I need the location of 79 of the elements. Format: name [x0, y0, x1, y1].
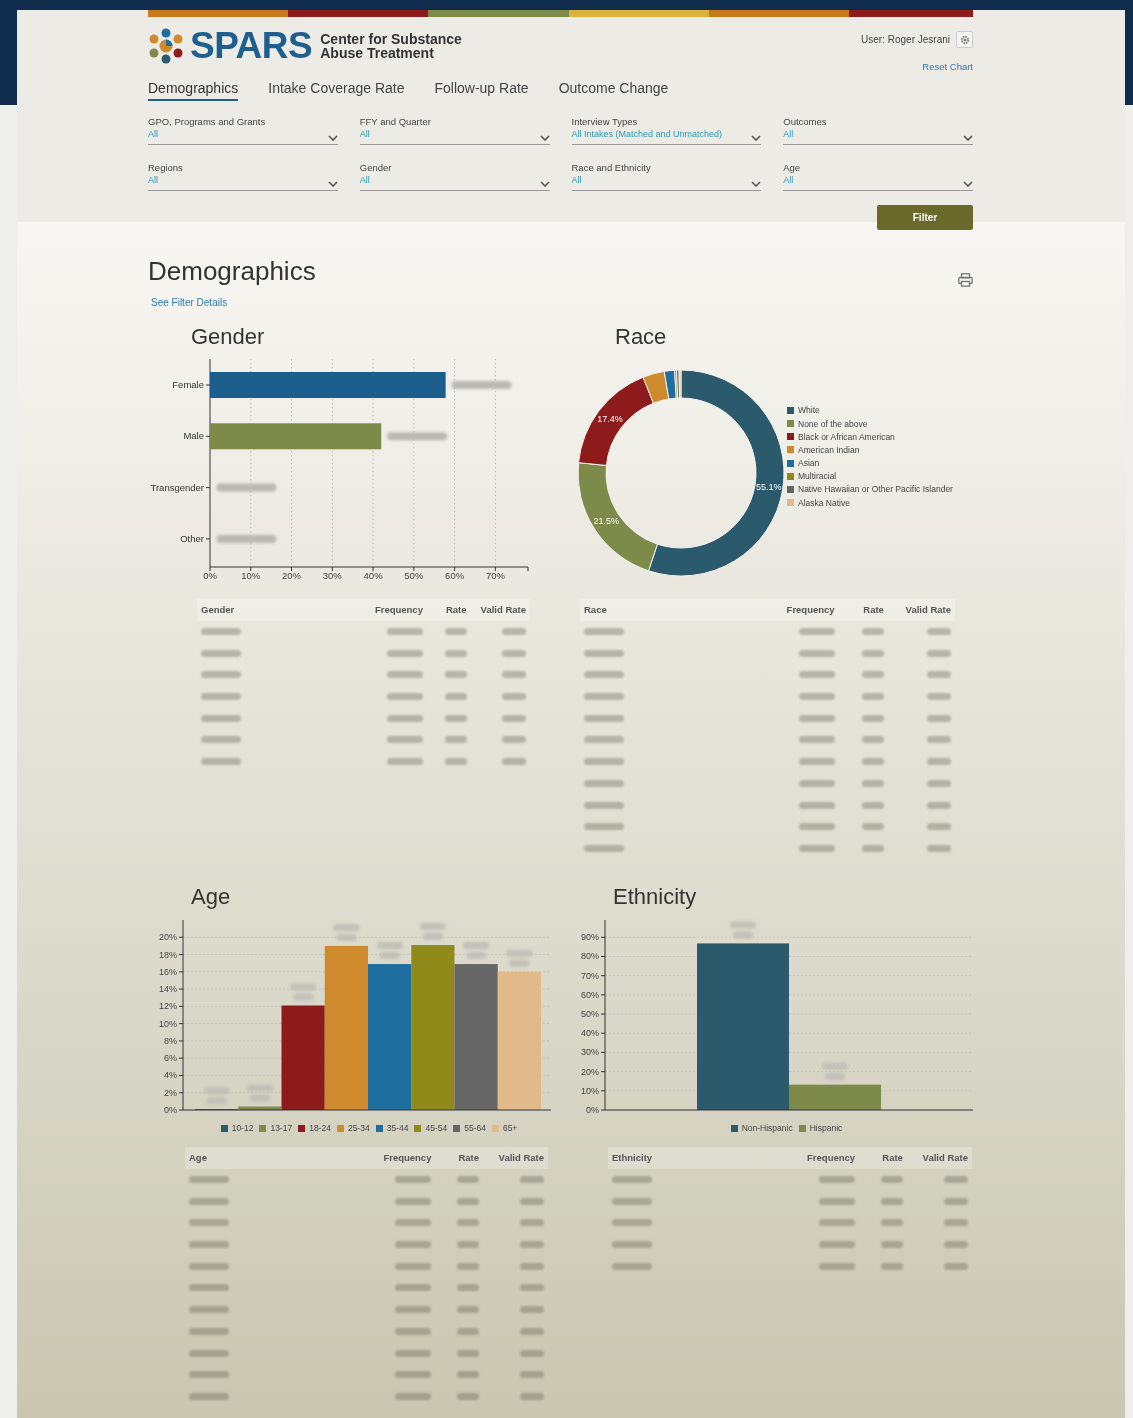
slice-value-label: 17.4% [597, 414, 623, 425]
legend-label: Hispanic [809, 1123, 843, 1133]
axis-tick-label: 60% [581, 989, 599, 1000]
column-header: Frequency [382, 1152, 432, 1164]
legend-label: Asian [798, 458, 820, 469]
axis-tick-label: 10% [241, 570, 261, 581]
axis-tick-label: 60% [445, 570, 465, 581]
legend-label: Native Hawaiian or Other Pacific Islander [798, 484, 953, 495]
legend-label: 35-44 [386, 1123, 409, 1133]
axis-tick-label: 30% [322, 570, 342, 581]
logo-subtitle: Abuse Treatment [320, 46, 435, 60]
user-name: User: Roger Jesrani [861, 34, 950, 45]
axis-category-label: Other [180, 532, 204, 544]
slice-value-label: 21.5% [593, 516, 620, 527]
axis-tick-label: 14% [159, 984, 177, 995]
slice-value-label: 55.1% [756, 482, 782, 493]
column-header: Rate [862, 604, 884, 616]
axis-tick-label: 10% [581, 1085, 599, 1096]
axis-tick-label: 40% [363, 570, 383, 581]
axis-category-label: Female [172, 379, 204, 390]
axis-tick-label: 20% [159, 932, 177, 943]
legend-label: American Indian [798, 444, 860, 455]
axis-category-label: Male [183, 430, 204, 442]
axis-tick-label: 40% [581, 1028, 599, 1039]
column-header: Valid Rate [904, 604, 951, 616]
legend-label: 13-17 [270, 1123, 293, 1133]
axis-tick-label: 0% [586, 1105, 599, 1115]
logo-wordmark: SPARS [190, 25, 313, 67]
axis-tick-label: 12% [159, 1001, 177, 1012]
column-header: Gender [201, 604, 236, 616]
axis-tick-label: 18% [159, 949, 177, 960]
axis-category-label: Transgender [150, 481, 204, 493]
axis-tick-label: 8% [164, 1035, 177, 1046]
legend-label: 65+ [502, 1123, 518, 1133]
legend-label: 10-12 [231, 1123, 254, 1133]
axis-tick-label: 0% [164, 1105, 177, 1115]
column-header: Valid Rate [921, 1152, 968, 1164]
legend-label: None of the above [798, 418, 868, 429]
axis-tick-label: 0% [203, 570, 217, 581]
chart-title: Age [191, 884, 232, 909]
column-header: Valid Rate [479, 604, 526, 616]
axis-tick-label: 50% [404, 570, 424, 581]
axis-tick-label: 90% [581, 932, 599, 943]
legend-label: 55-64 [464, 1123, 486, 1133]
legend-label: 25-34 [347, 1123, 370, 1133]
chart-title: Ethnicity [613, 884, 698, 909]
axis-tick-label: 70% [485, 570, 505, 581]
column-header: Frequency [785, 604, 835, 616]
axis-tick-label: 10% [159, 1018, 177, 1029]
chart-title: Race [615, 324, 668, 349]
axis-tick-label: 4% [164, 1070, 177, 1081]
column-header: Race [584, 604, 608, 616]
chart-title: Gender [191, 324, 266, 349]
axis-tick-label: 2% [164, 1087, 177, 1098]
legend-label: White [798, 405, 820, 416]
column-header: Rate [444, 604, 467, 616]
axis-tick-label: 80% [581, 951, 599, 962]
logo-subtitle: Center for Substance [320, 32, 462, 46]
page-title: Demographics [148, 256, 316, 287]
column-header: Frequency [373, 604, 423, 616]
axis-tick-label: 20% [581, 1066, 599, 1077]
column-header: Rate [457, 1152, 480, 1164]
axis-tick-label: 6% [164, 1053, 177, 1064]
legend-label: 45-54 [425, 1123, 448, 1133]
legend-label: 18-24 [309, 1123, 331, 1133]
axis-tick-label: 50% [581, 1009, 599, 1020]
column-header: Frequency [806, 1152, 856, 1164]
axis-tick-label: 16% [159, 966, 177, 977]
axis-tick-label: 30% [581, 1047, 599, 1058]
column-header: Valid Rate [497, 1152, 544, 1164]
column-header: Age [189, 1152, 208, 1164]
axis-tick-label: 20% [282, 570, 302, 581]
legend-label: Non-Hispanic [741, 1123, 793, 1133]
legend-label: Alaska Native [798, 497, 850, 508]
axis-tick-label: 70% [581, 970, 599, 981]
legend-label: Black or African American [798, 431, 895, 442]
legend-label: Multiracial [798, 471, 837, 482]
column-header: Ethnicity [612, 1152, 654, 1164]
column-header: Rate [881, 1152, 903, 1164]
